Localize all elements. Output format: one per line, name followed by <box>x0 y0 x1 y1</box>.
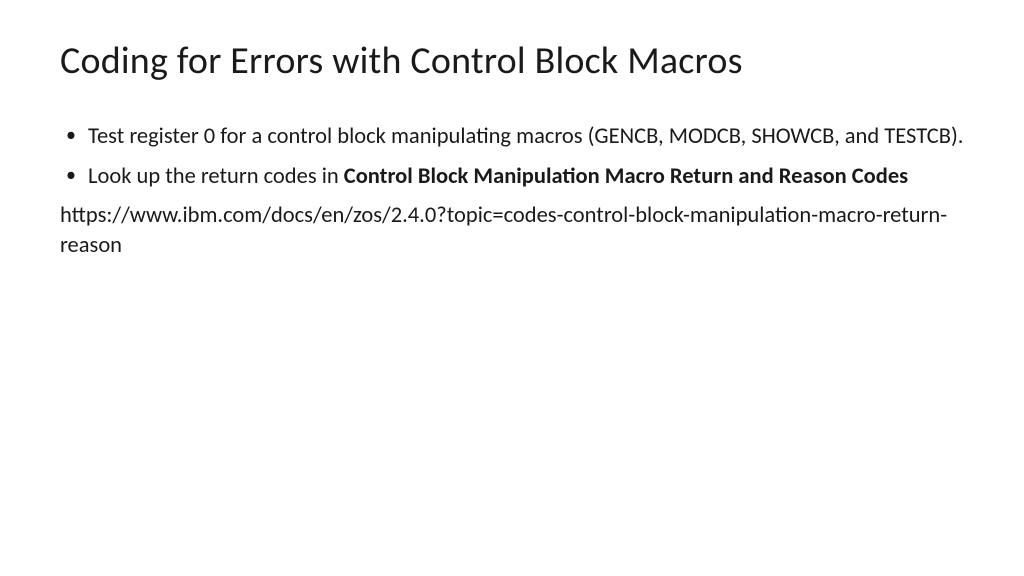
slide-title: Coding for Errors with Control Block Mac… <box>60 38 964 84</box>
list-item: Look up the return codes in Control Bloc… <box>60 162 964 192</box>
bullet-text-bold: Control Block Manipulation Macro Return … <box>344 163 908 190</box>
bullet-text: Test register 0 for a control block mani… <box>88 123 963 150</box>
slide-body: Test register 0 for a control block mani… <box>60 122 964 261</box>
bullet-text-prefix: Look up the return codes in <box>88 163 344 190</box>
reference-url: https://www.ibm.com/docs/en/zos/2.4.0?to… <box>60 201 964 260</box>
bullet-list: Test register 0 for a control block mani… <box>60 122 964 191</box>
list-item: Test register 0 for a control block mani… <box>60 122 964 152</box>
